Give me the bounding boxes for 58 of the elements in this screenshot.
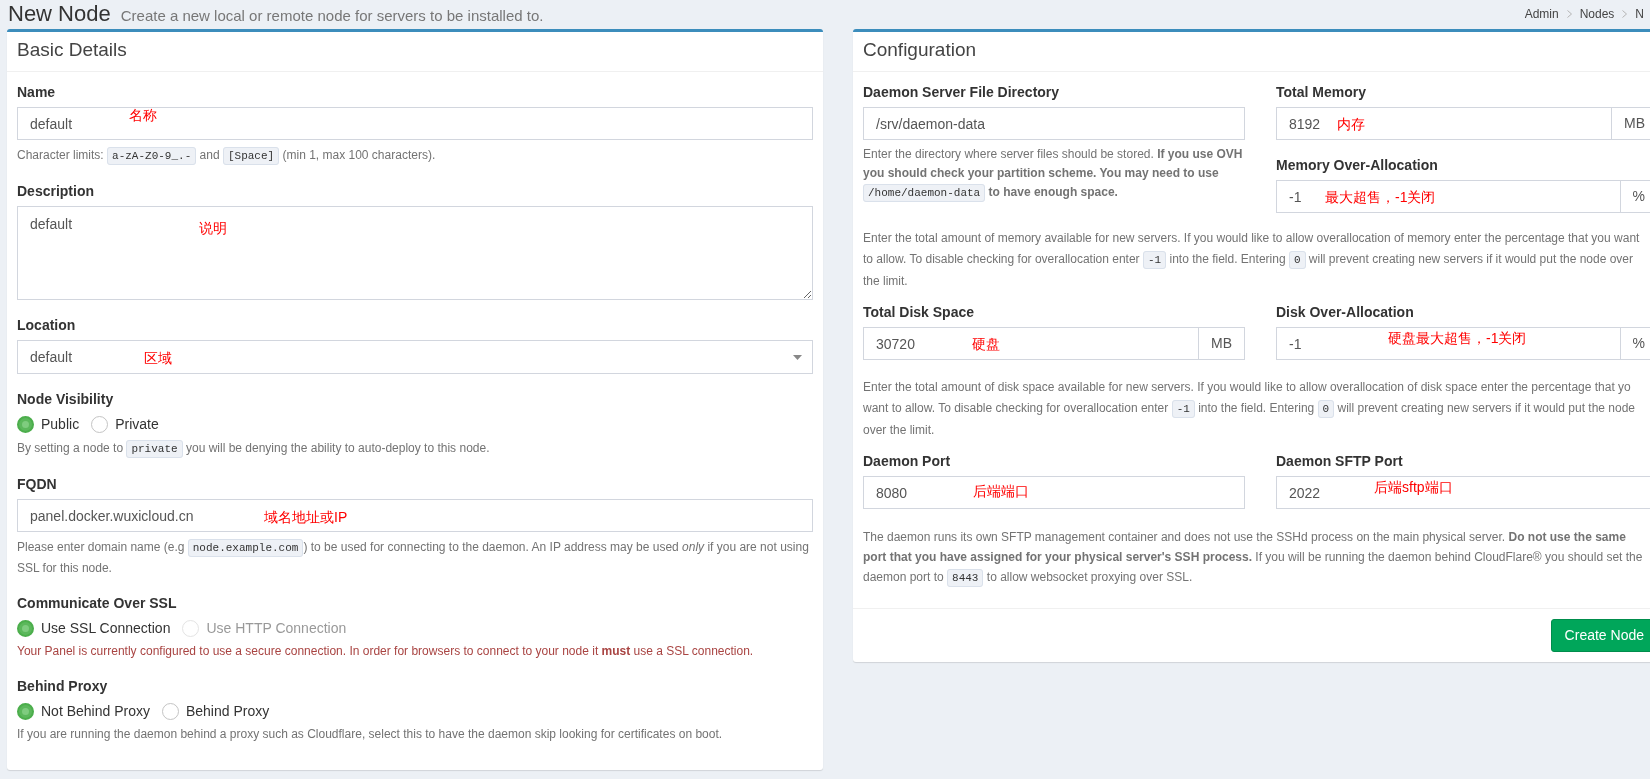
radio-option[interactable]: Not Behind Proxy [17, 701, 150, 721]
field-label: Daemon SFTP Port [1276, 452, 1403, 471]
chevron-right-icon [1622, 10, 1628, 18]
radio-button[interactable] [161, 702, 179, 720]
help-text: Enter the total amount of memory available for new servers. If you would like to allow overallocation of memory enter the percentage that you want to allow. To disable checking for overallocation enter -1 into the field. Entering 0 will prevent creating new servers if it would put the node over the limit. [863, 230, 1641, 290]
annotation-text: 最大超售，-1关闭 [1325, 188, 1436, 207]
panel-title: Basic Details [17, 39, 127, 60]
annotation-text: 说明 [199, 219, 227, 238]
radio-option[interactable]: Behind Proxy [161, 701, 270, 721]
caret-down-icon [793, 354, 802, 360]
annotation-text: 硬盘最大超售，-1关闭 [1388, 329, 1527, 348]
help-text: Enter the directory where server files should be stored. If you use OVH you should check your partition scheme. You may need to use /home/daemon-data to have enough space. [863, 145, 1245, 203]
help-text: By setting a node to private you will be denying the ability to auto-deploy to this node. [17, 438, 813, 459]
directory-input[interactable]: /srv/daemon-data [863, 107, 1245, 140]
help-text: If you are running the daemon behind a proxy such as Cloudflare, select this to have the daemon skip looking for certificates on boot. [17, 726, 724, 743]
breadcrumb-link[interactable]: Admin [1524, 6, 1559, 22]
field-label: Communicate Over SSL [17, 594, 177, 613]
radio-button[interactable] [17, 415, 34, 433]
annotation-text: 后端端口 [973, 482, 1029, 501]
field-label: Daemon Port [863, 452, 951, 471]
field-label: Behind Proxy [17, 677, 108, 696]
radio-option[interactable]: Public [17, 414, 80, 434]
field-label: Daemon Server File Directory [863, 83, 1060, 102]
unit-addon: % [1620, 327, 1650, 360]
help-text: Enter the total amount of disk space available for new servers. If you would like to allow overallocation of disk space enter the percentage that yo want to allow. To disable checking for overallocation enter -1 into the field. Entering 0 will prevent creating new servers if it would put the node over the limit. [863, 379, 1636, 439]
breadcrumb-link[interactable]: Nodes [1579, 6, 1615, 22]
radio-option[interactable]: Use SSL Connection [17, 618, 171, 638]
chevron-right-icon [1566, 10, 1572, 18]
unit-addon: % [1620, 180, 1650, 213]
radio-button[interactable] [17, 702, 34, 720]
annotation-text: 区域 [144, 349, 172, 368]
field-label: Disk Over-Allocation [1276, 303, 1414, 322]
field-label: Total Disk Space [863, 303, 974, 322]
annotation-text: 名称 [129, 106, 157, 125]
radio-button[interactable] [91, 415, 109, 433]
field-label: Total Memory [1276, 83, 1366, 102]
field-label: Location [17, 316, 76, 335]
field-label: Node Visibility [17, 390, 114, 409]
field-label: Description [17, 182, 94, 201]
page-subtitle: Create a new local or remote node for servers to be installed to. [120, 7, 544, 25]
annotation-text: 域名地址或IP [264, 508, 348, 527]
warning-text: Your Panel is currently configured to use a secure connection. In order for browsers to connect to your node it must use a SSL connection. [17, 643, 755, 660]
field-label: Name [17, 83, 56, 102]
annotation-text: 内存 [1337, 115, 1365, 134]
help-text: Character limits: a-zA-Z0-9_.- and [Space] (min 1, max 100 characters). [17, 145, 813, 166]
radio-option[interactable]: Private [91, 414, 159, 434]
unit-addon: MB [1612, 107, 1650, 140]
help-text: Please enter domain name (e.g node.example.com ) to be used for connecting to the daemon. An IP address may be used only if you are not using SSL for this node. [17, 538, 810, 577]
annotation-text: 后端sftp端口 [1374, 478, 1453, 497]
annotation-text: 硬盘 [972, 335, 1000, 354]
field-label: FQDN [17, 475, 57, 494]
field-label: Memory Over-Allocation [1276, 156, 1438, 175]
radio-button[interactable] [17, 619, 34, 637]
unit-addon: MB [1199, 327, 1245, 360]
help-text: The daemon runs its own SFTP management container and does not use the SSHd process on the main physical server. Do not use the same port that you have assigned for your physical server's SSH process. If you will be running the daemon behind CloudFlare® you should set the daemon port to 8443 to allow websocket proxying over SSL. [863, 527, 1646, 588]
panel-title: Configuration [863, 39, 977, 60]
breadcrumb-link[interactable]: N [1635, 6, 1644, 22]
page-title: New Node [8, 2, 111, 26]
